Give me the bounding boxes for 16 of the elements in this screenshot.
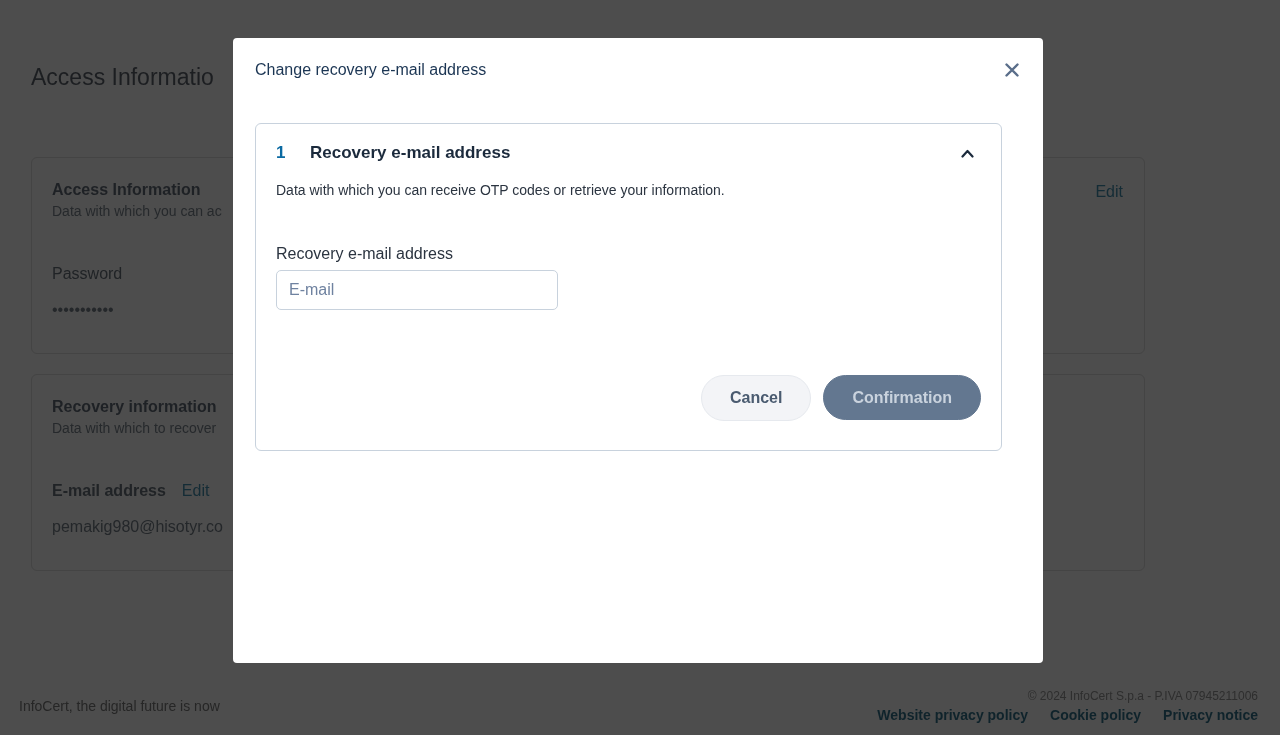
chevron-icon[interactable]	[961, 148, 974, 158]
step-number: 1	[276, 142, 287, 164]
footer-link[interactable]: Privacy notice	[1163, 705, 1258, 726]
footer-link[interactable]: Website privacy policy	[877, 705, 1029, 726]
email-input[interactable]: E-mail	[276, 270, 558, 310]
cancel-button[interactable]: Cancel	[701, 375, 812, 421]
edit-link[interactable]: Edit	[181, 479, 210, 503]
step-description: Data with which you can receive OTP codes or retrieve your information.	[276, 181, 725, 200]
field-label: Recovery e-mail address	[276, 244, 453, 264]
dialog-title: Change recovery e-mail address	[255, 60, 487, 80]
close-button[interactable]	[1005, 63, 1019, 77]
edit-link[interactable]: Edit	[1095, 180, 1123, 204]
close-icon	[1005, 63, 1019, 77]
step-title: Recovery e-mail address	[310, 142, 511, 164]
field-value: •••••••••••	[52, 300, 114, 320]
footer-link[interactable]: Cookie policy	[1050, 705, 1142, 726]
